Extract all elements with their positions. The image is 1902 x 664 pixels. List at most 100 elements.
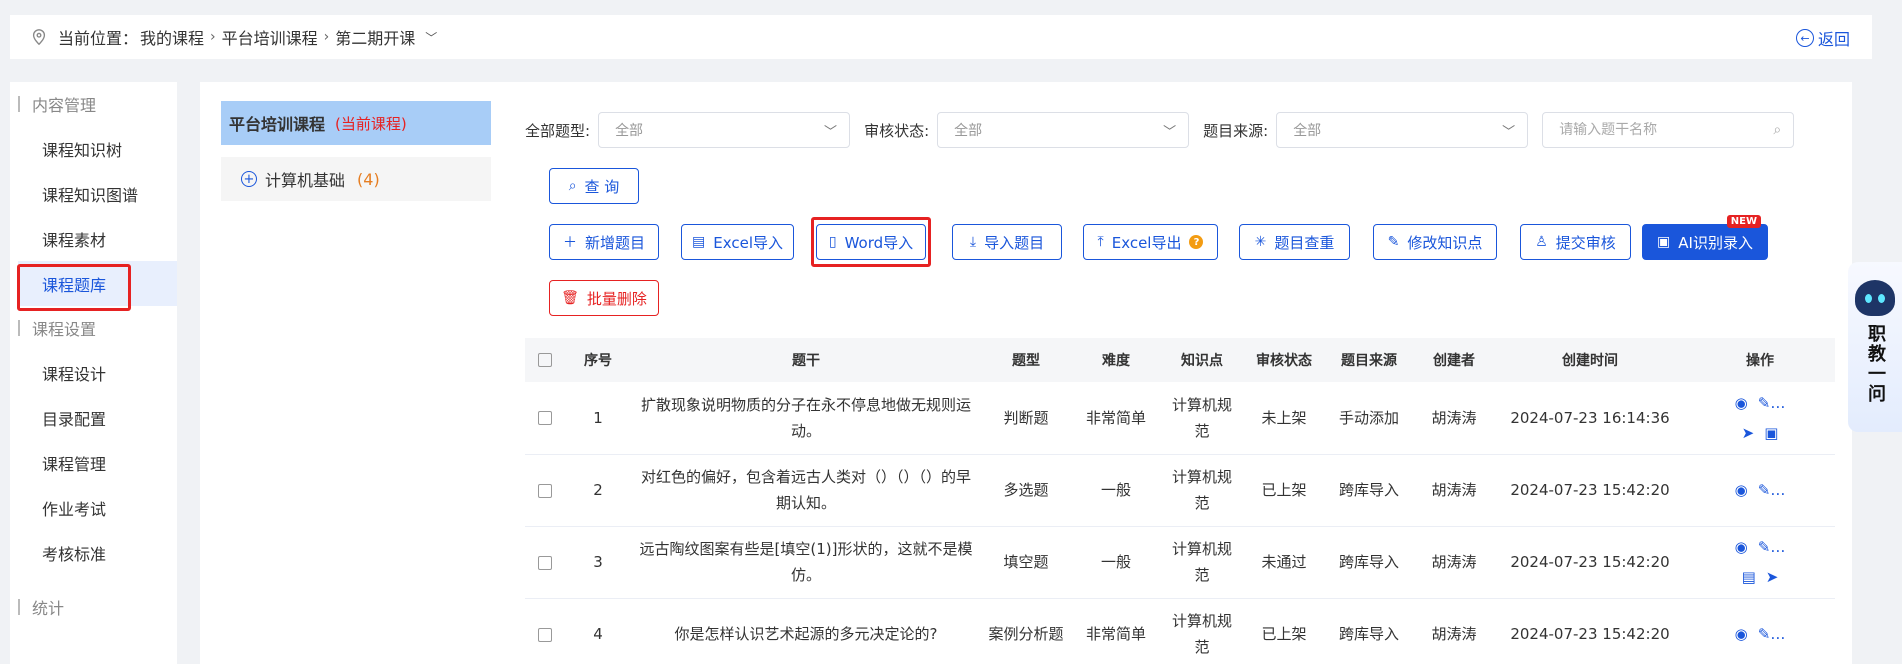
tree-node-label: 计算机基础 [265, 171, 346, 190]
type-filter-label: 全部题型: [525, 121, 591, 140]
duplicate-check-button[interactable]: ✳ 题目查重 [1239, 224, 1350, 260]
cell-kp: 计算机规范 [1161, 382, 1243, 455]
tree-node[interactable]: + 计算机基础 (4) [221, 157, 491, 201]
type-select[interactable]: 全部 ﹀ [598, 112, 851, 148]
sidebar-item-assessment[interactable]: 考核标准 [10, 530, 177, 575]
send-icon[interactable]: ➤ [1766, 564, 1779, 590]
edit-icon[interactable]: ✎… [1758, 621, 1786, 647]
row-checkbox[interactable] [538, 627, 552, 642]
question-table: 序号 题干 题型 难度 知识点 审核状态 题目来源 创建者 创建时间 操作 1 … [525, 338, 1835, 664]
row-actions: ◉ ✎… ▤ ➤ [1725, 534, 1795, 590]
cell-difficulty: 一般 [1071, 526, 1161, 599]
row-checkbox[interactable] [538, 483, 552, 498]
group-divider [18, 96, 20, 112]
back-button[interactable]: ← 返回 [1795, 26, 1850, 50]
column-header: 创建时间 [1495, 338, 1685, 382]
tree-node-count: (4) [357, 169, 380, 189]
sidebar-item-knowledge-graph[interactable]: 课程知识图谱 [10, 171, 177, 216]
search-box: ⌕ [1542, 112, 1795, 148]
row-actions: ◉ ✎… ➤ ▣ [1725, 390, 1795, 446]
table-row: 2 对红色的偏好，包含着远古人类对（）（）（）的早期认知。 多选题 一般 计算机… [525, 454, 1835, 527]
upload-icon: ⤒ [1097, 234, 1104, 250]
highlight-box [811, 217, 931, 267]
cell-status: 已上架 [1243, 598, 1325, 664]
row-checkbox[interactable] [538, 411, 552, 426]
sidebar-item-course-design[interactable]: 课程设计 [10, 350, 177, 395]
submit-review-label: 提交审核 [1555, 233, 1616, 252]
cell-status: 未通过 [1243, 526, 1325, 599]
excel-export-label: Excel导出 [1111, 233, 1182, 252]
cell-creator: 胡涛涛 [1413, 454, 1495, 527]
ai-import-button[interactable]: ▣ AI识别录入 NEW [1642, 215, 1768, 260]
row-checkbox[interactable] [538, 555, 552, 570]
breadcrumb-item[interactable]: 我的课程 [140, 25, 204, 49]
cell-stem: 远古陶纹图案有些是[填空(1)]形状的，这就不是模仿。 [631, 526, 981, 599]
back-label: 返回 [1817, 30, 1850, 49]
chevron-down-icon: ﹀ [1502, 124, 1516, 140]
breadcrumb-item[interactable]: 第二期开课 [335, 25, 415, 49]
table-row: 1 扩散现象说明物质的分子在永不停息地做无规则运动。 判断题 非常简单 计算机规… [525, 382, 1835, 455]
sidebar-item-catalog-config[interactable]: 目录配置 [10, 395, 177, 440]
table-row: 4 你是怎样认识艺术起源的多元决定论的? 案例分析题 非常简单 计算机规范 已上… [525, 598, 1835, 664]
edit-icon[interactable]: ✎… [1758, 477, 1786, 503]
assistant-label: 职教一问 [1865, 324, 1886, 404]
cell-creator: 胡涛涛 [1413, 526, 1495, 599]
edit-icon[interactable]: ✎… [1758, 390, 1786, 416]
submit-review-button[interactable]: ♙ 提交审核 [1520, 224, 1631, 260]
modify-knowledge-point-button[interactable]: ✎ 修改知识点 [1373, 224, 1497, 260]
cell-time: 2024-07-23 16:14:36 [1495, 382, 1685, 455]
sidebar-item-homework-exam[interactable]: 作业考试 [10, 485, 177, 530]
search-icon[interactable]: ⌕ [1773, 122, 1781, 138]
send-icon[interactable]: ➤ [1742, 420, 1755, 446]
import-questions-button[interactable]: ⤓ 导入题目 [952, 224, 1062, 260]
assistant-widget[interactable]: 职教一问 [1848, 262, 1902, 432]
excel-import-button[interactable]: ▤ Excel导入 [681, 224, 794, 260]
cell-time: 2024-07-23 15:42:20 [1495, 454, 1685, 527]
cell-type: 案例分析题 [981, 598, 1071, 664]
view-eye-icon[interactable]: ◉ [1735, 621, 1748, 647]
document-icon[interactable]: ▤ [1742, 564, 1756, 590]
location-pin-icon [32, 29, 46, 46]
filter-bar: 全部题型: 全部 ﹀ 审核状态: 全部 ﹀ 题目来源: 全部 ﹀ ⌕ [525, 112, 1795, 148]
help-icon[interactable]: ? [1189, 235, 1204, 249]
cell-type: 填空题 [981, 526, 1071, 599]
ai-icon: ▣ [1657, 234, 1671, 250]
cell-source: 跨库导入 [1325, 454, 1413, 527]
cell-time: 2024-07-23 15:42:20 [1495, 526, 1685, 599]
cell-kp: 计算机规范 [1161, 454, 1243, 527]
cell-difficulty: 一般 [1071, 454, 1161, 527]
excel-file-icon: ▤ [692, 234, 706, 250]
view-eye-icon[interactable]: ◉ [1735, 477, 1748, 503]
source-select[interactable]: 全部 ﹀ [1276, 112, 1529, 148]
sidebar-item-materials[interactable]: 课程素材 [10, 216, 177, 261]
table-header-row: 序号 题干 题型 难度 知识点 审核状态 题目来源 创建者 创建时间 操作 [525, 338, 1835, 382]
type-select-value: 全部 [615, 123, 644, 139]
breadcrumb-item[interactable]: 平台培训课程 [222, 25, 318, 49]
chevron-down-icon[interactable]: ﹀ [425, 29, 437, 46]
view-eye-icon[interactable]: ◉ [1735, 534, 1748, 560]
cell-time: 2024-07-23 15:42:20 [1495, 598, 1685, 664]
cell-kp: 计算机规范 [1161, 598, 1243, 664]
status-select[interactable]: 全部 ﹀ [937, 112, 1190, 148]
query-button[interactable]: ⌕ 查 询 [549, 168, 639, 204]
new-badge: NEW [1726, 215, 1761, 228]
expand-plus-icon[interactable]: + [241, 171, 257, 187]
back-arrow-icon: ← [1795, 29, 1814, 47]
column-header: 难度 [1071, 338, 1161, 382]
select-all-checkbox[interactable] [538, 353, 552, 367]
view-eye-icon[interactable]: ◉ [1735, 390, 1748, 416]
column-header: 知识点 [1161, 338, 1243, 382]
excel-export-button[interactable]: ⤒ Excel导出 ? [1083, 224, 1218, 260]
search-input[interactable] [1559, 122, 1760, 138]
sidebar-group-settings: 课程设置 [10, 306, 177, 350]
chevron-right-icon: › [323, 29, 330, 45]
tree-root[interactable]: 平台培训课程 (当前课程) [221, 101, 491, 145]
edit-icon[interactable]: ✎… [1758, 534, 1786, 560]
detail-card-icon[interactable]: ▣ [1764, 420, 1778, 446]
sidebar-item-course-manage[interactable]: 课程管理 [10, 440, 177, 485]
add-question-button[interactable]: ＋ 新增题目 [549, 224, 659, 260]
batch-delete-button[interactable]: 🗑 批量删除 [549, 280, 659, 316]
cell-no: 4 [565, 598, 631, 664]
group-divider [18, 320, 20, 336]
sidebar-item-knowledge-tree[interactable]: 课程知识树 [10, 126, 177, 171]
